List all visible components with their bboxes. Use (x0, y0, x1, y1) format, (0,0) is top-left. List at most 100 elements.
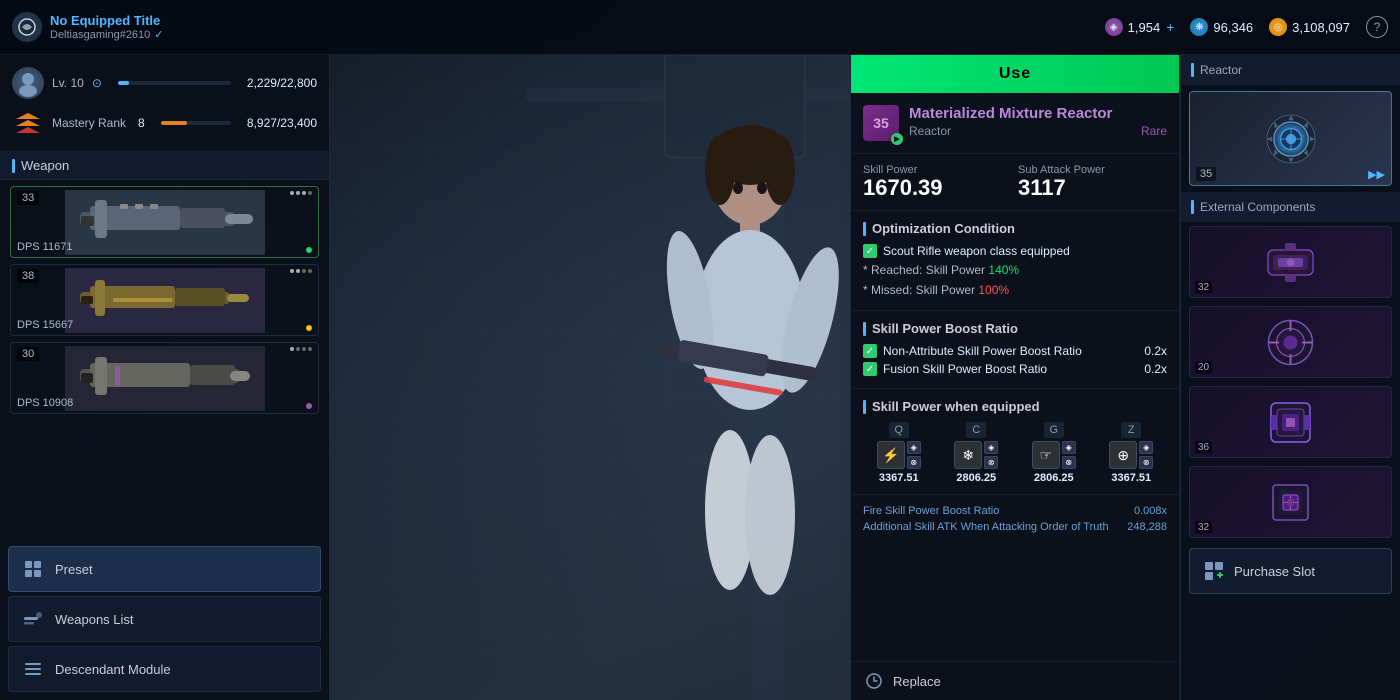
skill-sub-icons-q: ◈ ⊗ (907, 441, 921, 469)
sub-attack-value: 3117 (1018, 176, 1167, 200)
skill-sub-icon-q1: ◈ (907, 441, 921, 454)
left-panel-content: Lv. 10 ⊙ 2,229/22,800 Mastery Rank (0, 55, 329, 700)
skill-slots-row: Q ⚡ ◈ ⊗ 3367.51 C ❄ ◈ ⊗ (863, 422, 1167, 484)
item-header: 35 ▶ Materialized Mixture Reactor Reacto… (851, 93, 1179, 154)
weapon-slot-1-bottom: DPS 11671 (17, 241, 312, 253)
mastery-rank-value: 8 (138, 116, 145, 130)
weapon-slot-3[interactable]: 30 DPS 10908 (10, 342, 319, 414)
missed-pct: 100% (978, 283, 1009, 297)
username: No Equipped Title (50, 13, 164, 28)
descendant-module-nav-btn[interactable]: Descendant Module (8, 646, 321, 692)
weapon-2-dots (290, 269, 312, 273)
add-purple-btn[interactable]: + (1166, 19, 1174, 35)
mastery-exp-value: 8,927/23,400 (247, 116, 317, 130)
descendant-module-label: Descendant Module (55, 662, 171, 677)
mastery-exp-bar (161, 121, 231, 125)
skill-power-z: 3367.51 (1111, 472, 1151, 484)
user-section: No Equipped Title Deltiasgaming#2610 ✓ (12, 12, 164, 42)
weapons-list-nav-btn[interactable]: Weapons List (8, 596, 321, 642)
extra-stat-1: Fire Skill Power Boost Ratio 0.008x (863, 503, 1167, 519)
purchase-slot-button[interactable]: Purchase Slot (1189, 548, 1392, 594)
steam-icon (12, 12, 42, 42)
player-stats: Lv. 10 ⊙ 2,229/22,800 Mastery Rank (0, 55, 329, 152)
weapon-slot-1-overlay: 33 DPS 11671 (11, 187, 318, 257)
weapon-3-dps: DPS 10908 (17, 397, 73, 409)
extra-stat-2-value: 248,288 (1127, 521, 1167, 533)
weapon-section-header: Weapon (0, 152, 329, 180)
purple-currency-icon: ◈ (1105, 18, 1123, 36)
item-title: Materialized Mixture Reactor (909, 105, 1167, 122)
item-panel: Use 35 ▶ Materialized Mixture Reactor Re… (850, 55, 1180, 700)
skill-sub-icons-c: ◈ ⊗ (984, 441, 998, 469)
boost-divider (863, 322, 866, 336)
ext-comp-indicator (1191, 200, 1194, 214)
chevron-1 (16, 113, 40, 119)
weapon-3-dots (290, 347, 312, 351)
weapon-slot-2-overlay: 38 DPS 15667 (11, 265, 318, 335)
skill-divider (863, 400, 866, 414)
ext-comp-3[interactable]: 36 (1189, 386, 1392, 458)
weapon-slot-1[interactable]: 33 DPS 11671 (10, 186, 319, 258)
section-indicator (12, 159, 15, 173)
level-row: Lv. 10 ⊙ 2,229/22,800 (12, 63, 317, 103)
chevron-2 (16, 120, 40, 126)
skill-power-q: 3367.51 (879, 472, 919, 484)
extra-stat-2: Additional Skill ATK When Attacking Orde… (863, 519, 1167, 535)
extra-stat-1-value: 0.008x (1134, 505, 1167, 517)
checkbox-icon: ✓ (863, 244, 877, 258)
skill-sub-icons-z: ◈ ⊗ (1139, 441, 1153, 469)
purchase-slot-label: Purchase Slot (1234, 564, 1315, 579)
weapons-list-label: Weapons List (55, 612, 134, 627)
weapon-1-dots (290, 191, 312, 195)
purple-currency: ◈ 1,954 + (1105, 18, 1175, 36)
skill-main-icon-c: ❄ (954, 441, 982, 469)
user-info: No Equipped Title Deltiasgaming#2610 ✓ (50, 13, 164, 41)
left-panel: Lv. 10 ⊙ 2,229/22,800 Mastery Rank (0, 0, 330, 700)
replace-button[interactable]: Replace (863, 670, 1167, 692)
optimization-title: Optimization Condition (863, 221, 1167, 236)
preset-icon (21, 557, 45, 581)
extra-stats: Fire Skill Power Boost Ratio 0.008x Addi… (851, 495, 1179, 661)
weapon-1-level: 33 (17, 191, 39, 205)
boost-item-1: ✓ Non-Attribute Skill Power Boost Ratio … (863, 342, 1167, 360)
optimization-section: Optimization Condition ✓ Scout Rifle wea… (851, 211, 1179, 311)
reactor-img (1256, 104, 1326, 174)
skill-sub-icons-g: ◈ ⊗ (1062, 441, 1076, 469)
reactor-section-header: Reactor (1181, 55, 1400, 85)
boost-value-2: 0.2x (1144, 362, 1167, 376)
skill-sub-icon-c1: ◈ (984, 441, 998, 454)
reactor-item-1[interactable]: 35 ▶▶ (1189, 91, 1392, 186)
skill-sub-icon-g2: ⊗ (1062, 456, 1076, 469)
nav-buttons: Preset Weapons List (0, 538, 329, 700)
preset-nav-btn[interactable]: Preset (8, 546, 321, 592)
ext-comp-1[interactable]: 32 (1189, 226, 1392, 298)
descendant-module-icon (21, 657, 45, 681)
skill-icon-row-g: ☞ ◈ ⊗ (1032, 441, 1076, 469)
level-exp-fill (118, 81, 129, 85)
use-button[interactable]: Use (851, 55, 1179, 93)
skill-slot-g: G ☞ ◈ ⊗ 2806.25 (1018, 422, 1090, 484)
weapon-slots: 33 DPS 11671 (0, 180, 329, 538)
boost-checkbox-2: ✓ (863, 362, 877, 376)
ext-comp-section-header: External Components (1181, 192, 1400, 222)
help-button[interactable]: ? (1366, 16, 1388, 38)
ext-comp-2[interactable]: 20 (1189, 306, 1392, 378)
reactor-section-indicator (1191, 63, 1194, 77)
mastery-label: Mastery Rank (52, 116, 126, 130)
weapons-list-icon (21, 607, 45, 631)
skill-sub-icon-z2: ⊗ (1139, 456, 1153, 469)
optimization-missed: * Missed: Skill Power 100% (863, 280, 1167, 300)
item-ready-indicator: ▶ (891, 133, 903, 145)
purchase-slot-icon (1202, 559, 1226, 583)
skill-power-value: 1670.39 (863, 176, 1012, 200)
item-title-block: Materialized Mixture Reactor Reactor Rar… (909, 105, 1167, 138)
skill-icon-row-c: ❄ ◈ ⊗ (954, 441, 998, 469)
gold-currency-icon: ◎ (1269, 18, 1287, 36)
weapon-slot-2[interactable]: 38 DPS 15667 (10, 264, 319, 336)
replace-label: Replace (893, 674, 941, 689)
boost-checkbox-1: ✓ (863, 344, 877, 358)
reached-pct: 140% (988, 263, 1019, 277)
level-exp-bar (118, 81, 231, 85)
ext-comp-4[interactable]: 32 (1189, 466, 1392, 538)
gold-currency: ◎ 3,108,097 (1269, 18, 1350, 36)
